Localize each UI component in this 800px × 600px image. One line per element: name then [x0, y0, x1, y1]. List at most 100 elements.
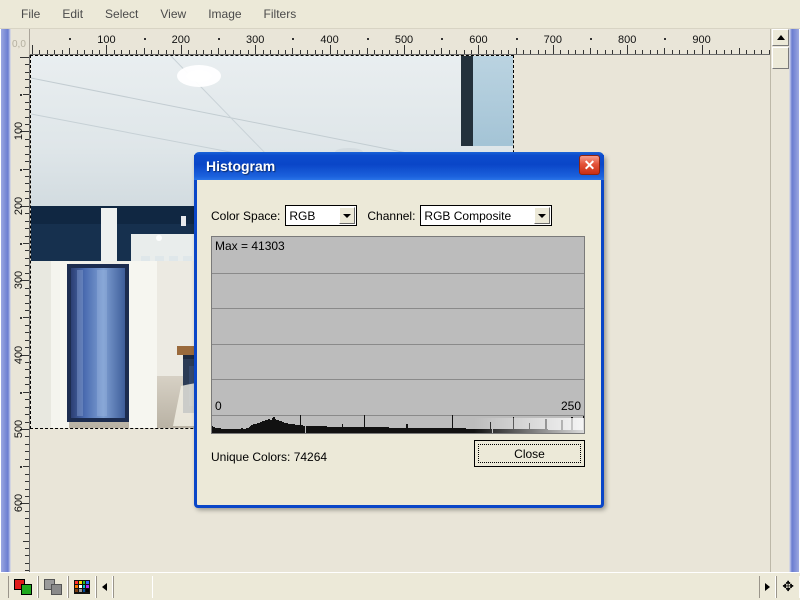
image-workspace: 0,0 100 200 300 400 500 600 700 800 900 100 200 30…	[0, 29, 800, 572]
chevron-down-icon[interactable]	[339, 207, 356, 224]
layers-icon[interactable]	[38, 575, 68, 598]
ruler-tick	[25, 153, 29, 155]
ruler-tick	[25, 190, 29, 192]
ruler-tick	[25, 451, 29, 453]
ruler-tick	[69, 48, 71, 54]
ruler-tick	[493, 50, 495, 54]
menu-item-edit[interactable]: Edit	[51, 4, 94, 24]
left-arrow-icon[interactable]	[96, 575, 113, 598]
palette-cell	[78, 589, 82, 593]
ruler-tick	[307, 50, 309, 54]
ruler-tick	[25, 161, 29, 163]
ruler-tick	[25, 257, 29, 259]
close-icon[interactable]: ✕	[579, 155, 600, 175]
ruler-tick	[143, 48, 145, 54]
close-button-label: Close	[478, 444, 581, 463]
ruler-tick	[485, 50, 487, 54]
menu-item-filters[interactable]: Filters	[253, 4, 308, 24]
ruler-tick	[270, 50, 272, 54]
ruler-tick	[478, 45, 480, 54]
ruler-tick	[25, 384, 29, 386]
ruler-tick	[731, 50, 733, 54]
ruler-tick	[679, 50, 681, 54]
menu-item-image[interactable]: Image	[197, 4, 252, 24]
channel-value: RGB Composite	[424, 208, 512, 223]
ruler-tick	[54, 50, 56, 54]
vertical-scroll-thumb[interactable]	[772, 47, 789, 69]
scroll-up-arrow-icon[interactable]	[772, 29, 789, 46]
ruler-tick	[23, 243, 29, 244]
ruler-tick	[25, 369, 29, 371]
ruler-label: 500	[13, 419, 25, 439]
ruler-label: 300	[246, 34, 265, 46]
ruler-tick	[515, 48, 517, 54]
ruler-tick	[232, 50, 234, 54]
ruler-tick	[25, 101, 29, 103]
color-space-value: RGB	[289, 208, 316, 223]
vertical-ruler[interactable]: 100 200 300 400 500 600	[11, 55, 30, 572]
ruler-tick	[46, 50, 48, 54]
ruler-tick	[25, 533, 29, 535]
ruler-tick	[25, 518, 29, 520]
ruler-tick	[188, 50, 190, 54]
ruler-tick	[716, 50, 718, 54]
histogram-dialog: Histogram ✕ Color Space: RGB Channel: RG…	[194, 152, 604, 508]
palette-cell	[75, 580, 78, 584]
color-space-dropdown[interactable]: RGB	[285, 205, 358, 226]
menu-item-select[interactable]: Select	[94, 4, 149, 24]
ruler-tick	[25, 176, 29, 178]
channel-label: Channel:	[367, 208, 416, 223]
ruler-tick	[597, 50, 599, 54]
palette-cell	[82, 580, 86, 584]
menu-item-file[interactable]: File	[10, 4, 51, 24]
ruler-label: 700	[543, 34, 562, 46]
ruler-midpoint-dot	[143, 38, 146, 40]
right-arrow-icon[interactable]	[759, 575, 777, 598]
ruler-tick	[604, 50, 606, 54]
ruler-tick	[113, 50, 115, 54]
ruler-midpoint-dot	[69, 38, 72, 40]
histogram-max-label: Max = 41303	[215, 239, 285, 253]
ruler-tick	[25, 71, 29, 73]
ruler-midpoint-dot	[441, 38, 444, 40]
ruler-tick	[456, 50, 458, 54]
horizontal-ruler[interactable]: 100 200 300 400 500 600 700 800 900	[30, 29, 770, 55]
ruler-tick	[701, 45, 703, 54]
ruler-tick	[359, 50, 361, 54]
ruler-tick	[173, 50, 175, 54]
window-frame-left	[0, 29, 11, 572]
ruler-tick	[23, 391, 29, 393]
ruler-tick	[686, 50, 688, 54]
ruler-tick	[448, 50, 450, 54]
vertical-scrollbar[interactable]	[770, 29, 789, 572]
menu-item-view[interactable]: View	[149, 4, 197, 24]
ruler-tick	[738, 48, 740, 54]
ruler-tick	[23, 94, 29, 96]
ruler-tick	[121, 50, 123, 54]
ruler-tick	[753, 50, 755, 54]
ruler-tick	[656, 50, 658, 54]
ruler-tick	[25, 220, 29, 222]
window-frame-right	[789, 29, 800, 572]
histogram-haze	[474, 418, 584, 433]
ruler-tick	[329, 45, 331, 54]
move-tool-icon[interactable]: ✥	[776, 575, 800, 598]
ruler-tick	[23, 168, 29, 170]
close-button[interactable]: Close	[474, 440, 585, 467]
ruler-tick	[61, 50, 63, 54]
ruler-tick	[225, 50, 227, 54]
ruler-tick	[262, 50, 264, 54]
ruler-tick	[411, 50, 413, 54]
ruler-tick	[25, 116, 29, 118]
dialog-title-bar[interactable]: Histogram ✕	[194, 152, 604, 180]
ruler-tick	[25, 309, 29, 311]
ruler-tick	[23, 466, 29, 468]
ruler-tick	[25, 138, 29, 140]
palette-icon[interactable]	[68, 575, 96, 598]
ruler-tick	[351, 50, 353, 54]
chevron-down-icon[interactable]	[534, 207, 551, 224]
ruler-tick	[25, 332, 29, 334]
color-swatch-icon[interactable]	[8, 575, 38, 598]
channel-dropdown[interactable]: RGB Composite	[420, 205, 553, 226]
ruler-tick	[523, 50, 525, 54]
